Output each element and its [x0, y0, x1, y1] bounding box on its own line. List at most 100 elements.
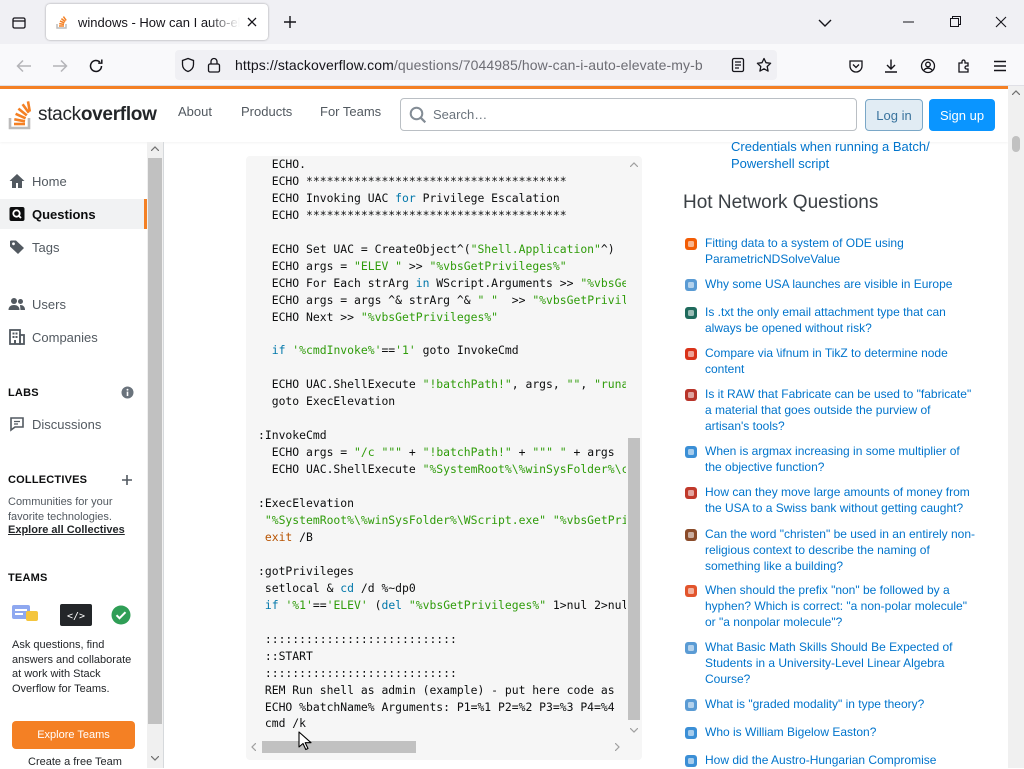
hot-network-question-item[interactable]: Fitting data to a system of ODE using Pa…	[683, 235, 983, 267]
page-scrollbar-thumb[interactable]	[1012, 136, 1020, 152]
create-free-team-link[interactable]: Create a free Team	[28, 756, 122, 768]
discussions-icon	[8, 415, 26, 433]
hot-network-question-item[interactable]: Compare via \ifnum in TikZ to determine …	[683, 345, 983, 377]
url-bar[interactable]: https://stackoverflow.com/questions/7044…	[175, 50, 777, 80]
code-line: :ExecElevation	[258, 496, 355, 511]
stackoverflow-logo[interactable]: stackoverflow	[8, 97, 157, 133]
stackoverflow-logo-icon	[8, 101, 32, 130]
forward-arrow-icon[interactable]	[47, 53, 73, 79]
hot-network-question-link[interactable]: Can the word "christen" be used in an en…	[705, 526, 977, 574]
nav-for-teams[interactable]: For Teams	[320, 104, 381, 119]
hot-network-question-item[interactable]: What Basic Math Skills Should Be Expecte…	[683, 639, 983, 687]
code-scroll-down-icon[interactable]	[630, 728, 638, 733]
code-scroll-right-icon[interactable]	[615, 743, 620, 751]
hot-network-question-item[interactable]: How did the Austro-Hungarian Compromise	[683, 752, 983, 769]
code-line: ::START	[258, 648, 313, 663]
sidebar-scrollbar[interactable]	[147, 142, 163, 768]
extensions-puzzle-icon[interactable]	[951, 53, 977, 79]
maximize-window-icon[interactable]	[932, 0, 978, 44]
hot-network-question-item[interactable]: When is argmax increasing in some multip…	[683, 443, 983, 475]
scroll-up-arrow-icon[interactable]	[1012, 90, 1020, 95]
hot-network-question-link[interactable]: Fitting data to a system of ODE using Pa…	[705, 235, 977, 267]
sidebar-item-discussions[interactable]: Discussions	[0, 409, 147, 439]
browser-tab-active[interactable]: windows - How can I auto-elevate my batc…	[46, 4, 268, 40]
tab-list-icon[interactable]	[6, 10, 32, 36]
worldbuilding-icon	[683, 387, 699, 403]
hot-network-question-item[interactable]: Is .txt the only email attachment type t…	[683, 304, 983, 336]
hot-network-question-item[interactable]: Can the word "christen" be used in an en…	[683, 526, 983, 574]
list-all-tabs-chevron-icon[interactable]	[814, 12, 836, 34]
explore-collectives-link[interactable]: Explore all Collectives	[8, 524, 125, 536]
tex-icon	[683, 346, 699, 362]
hot-network-question-item[interactable]: Why some USA launches are visible in Eur…	[683, 276, 983, 293]
hot-network-question-link[interactable]: Who is William Bigelow Easton?	[705, 724, 977, 740]
hot-network-question-item[interactable]: What is "graded modality" in type theory…	[683, 696, 983, 713]
hot-network-question-link[interactable]: Is it RAW that Fabricate can be used to …	[705, 386, 977, 434]
site-search[interactable]	[400, 98, 857, 131]
hot-network-question-link[interactable]: How can they move large amounts of money…	[705, 484, 977, 516]
hot-network-question-item[interactable]: When should the prefix "non" be followed…	[683, 582, 983, 630]
page-scrollbar[interactable]	[1008, 86, 1024, 768]
hot-network-question-link[interactable]: What is "graded modality" in type theory…	[705, 696, 977, 712]
code-horizontal-scrollbar-thumb[interactable]	[262, 741, 416, 753]
code-line: ::::::::::::::::::::::::::::	[258, 665, 457, 680]
code-line: ECHO ***********************************…	[258, 207, 567, 222]
hot-network-question-item[interactable]: Is it RAW that Fabricate can be used to …	[683, 386, 983, 434]
sidebar-item-companies[interactable]: Companies	[0, 322, 147, 352]
plus-icon[interactable]	[121, 474, 133, 486]
sidebar-scroll-down-icon[interactable]	[151, 756, 159, 761]
menu-hamburger-icon[interactable]	[987, 53, 1013, 79]
code-line: ECHO Next >> "%vbsGetPrivileges%"	[258, 309, 499, 324]
reload-icon[interactable]	[83, 53, 109, 79]
sidebar-item-questions[interactable]: Questions	[0, 199, 147, 229]
new-tab-icon[interactable]	[278, 10, 302, 34]
math-educators-icon	[683, 640, 699, 656]
hot-network-question-link[interactable]: When should the prefix "non" be followed…	[705, 582, 977, 630]
info-icon[interactable]	[121, 386, 134, 399]
sidebar-item-tags[interactable]: Tags	[0, 232, 147, 262]
sidebar-scrollbar-thumb[interactable]	[148, 158, 162, 724]
sidebar-scroll-up-icon[interactable]	[151, 146, 159, 151]
minimize-window-icon[interactable]	[886, 0, 932, 44]
downloads-icon[interactable]	[878, 53, 904, 79]
hot-network-question-link[interactable]: Is .txt the only email attachment type t…	[705, 304, 977, 336]
code-scroll-up-icon[interactable]	[630, 162, 638, 167]
code-vertical-scrollbar-thumb[interactable]	[628, 438, 640, 720]
related-question-link[interactable]: Credentials when running a Batch/ Powers…	[731, 139, 961, 172]
nav-products[interactable]: Products	[241, 104, 292, 119]
hot-network-question-item[interactable]: How can they move large amounts of money…	[683, 484, 983, 516]
hot-network-question-link[interactable]: Compare via \ifnum in TikZ to determine …	[705, 345, 977, 377]
back-arrow-icon[interactable]	[11, 53, 37, 79]
sidebar-item-users[interactable]: Users	[0, 289, 147, 319]
hot-network-questions-heading: Hot Network Questions	[683, 192, 879, 213]
home-icon	[8, 172, 26, 190]
ell-icon	[683, 583, 699, 599]
explore-teams-button[interactable]: Explore Teams	[12, 721, 135, 749]
security-icon	[683, 305, 699, 321]
code-block[interactable]: ECHO. ECHO *****************************…	[246, 156, 642, 760]
hot-network-question-link[interactable]: How did the Austro-Hungarian Compromise	[705, 752, 977, 768]
code-line: ECHO args = "ELEV " >> "%vbsGetPrivilege…	[258, 258, 567, 273]
hot-network-question-link[interactable]: When is argmax increasing in some multip…	[705, 443, 977, 475]
tracking-protection-shield-icon[interactable]	[175, 52, 201, 78]
account-icon[interactable]	[915, 53, 941, 79]
signup-button[interactable]: Sign up	[929, 99, 995, 131]
pocket-icon[interactable]	[843, 53, 869, 79]
close-window-icon[interactable]	[978, 0, 1024, 44]
philosophy-icon	[683, 697, 699, 713]
search-input[interactable]	[433, 107, 833, 122]
bookmark-star-icon[interactable]	[751, 52, 777, 78]
hot-network-question-link[interactable]: Why some USA launches are visible in Eur…	[705, 276, 977, 292]
hot-network-question-item[interactable]: Who is William Bigelow Easton?	[683, 724, 983, 741]
close-tab-icon[interactable]	[244, 14, 260, 30]
code-vertical-scrollbar[interactable]	[626, 156, 642, 736]
nav-about[interactable]: About	[178, 104, 212, 119]
teams-illustration-check-icon	[111, 605, 131, 625]
sidebar-item-home[interactable]: Home	[0, 166, 147, 196]
lock-icon[interactable]	[201, 52, 227, 78]
code-scroll-left-icon[interactable]	[251, 743, 256, 751]
hot-network-question-link[interactable]: What Basic Math Skills Should Be Expecte…	[705, 639, 977, 687]
login-button[interactable]: Log in	[865, 99, 923, 131]
reader-view-icon[interactable]	[725, 52, 751, 78]
space-exploration-icon	[683, 277, 699, 293]
